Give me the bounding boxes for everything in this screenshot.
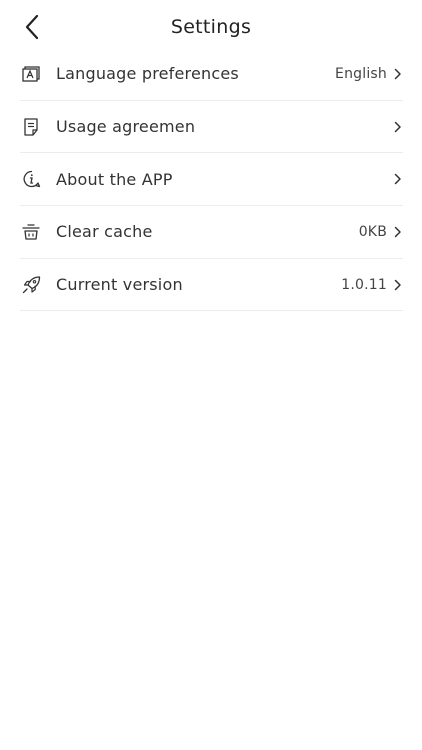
- settings-item-value: 0KB: [358, 223, 387, 240]
- settings-list: Language preferences English Usage agree…: [20, 48, 403, 312]
- basket-icon: [20, 221, 42, 243]
- settings-item-label: About the APP: [56, 169, 173, 189]
- back-button[interactable]: [18, 12, 46, 42]
- page-title: Settings: [170, 16, 252, 38]
- settings-item-usage-agreement[interactable]: Usage agreemen: [20, 101, 403, 154]
- chevron-right-icon: [393, 67, 403, 81]
- settings-item-label: Usage agreemen: [56, 117, 196, 137]
- language-icon: [20, 63, 42, 85]
- header-bar: Settings: [0, 0, 422, 54]
- chevron-left-icon: [25, 14, 39, 40]
- settings-item-about[interactable]: About the APP: [20, 153, 403, 207]
- chevron-right-icon: [393, 120, 403, 134]
- rocket-icon: [20, 274, 42, 296]
- settings-item-language[interactable]: Language preferences English: [20, 48, 403, 101]
- info-icon: [20, 168, 42, 190]
- settings-item-label: Language preferences: [56, 64, 239, 84]
- settings-item-clear-cache[interactable]: Clear cache 0KB: [20, 206, 403, 259]
- settings-item-current-version[interactable]: Current version 1.0.11: [20, 259, 403, 312]
- chevron-right-icon: [393, 225, 403, 239]
- document-icon: [20, 116, 42, 138]
- settings-item-label: Current version: [56, 275, 183, 295]
- chevron-right-icon: [393, 278, 403, 292]
- settings-item-label: Clear cache: [56, 222, 153, 242]
- settings-item-value: 1.0.11: [341, 276, 387, 293]
- settings-item-value: English: [335, 65, 387, 82]
- chevron-right-icon: [393, 172, 403, 186]
